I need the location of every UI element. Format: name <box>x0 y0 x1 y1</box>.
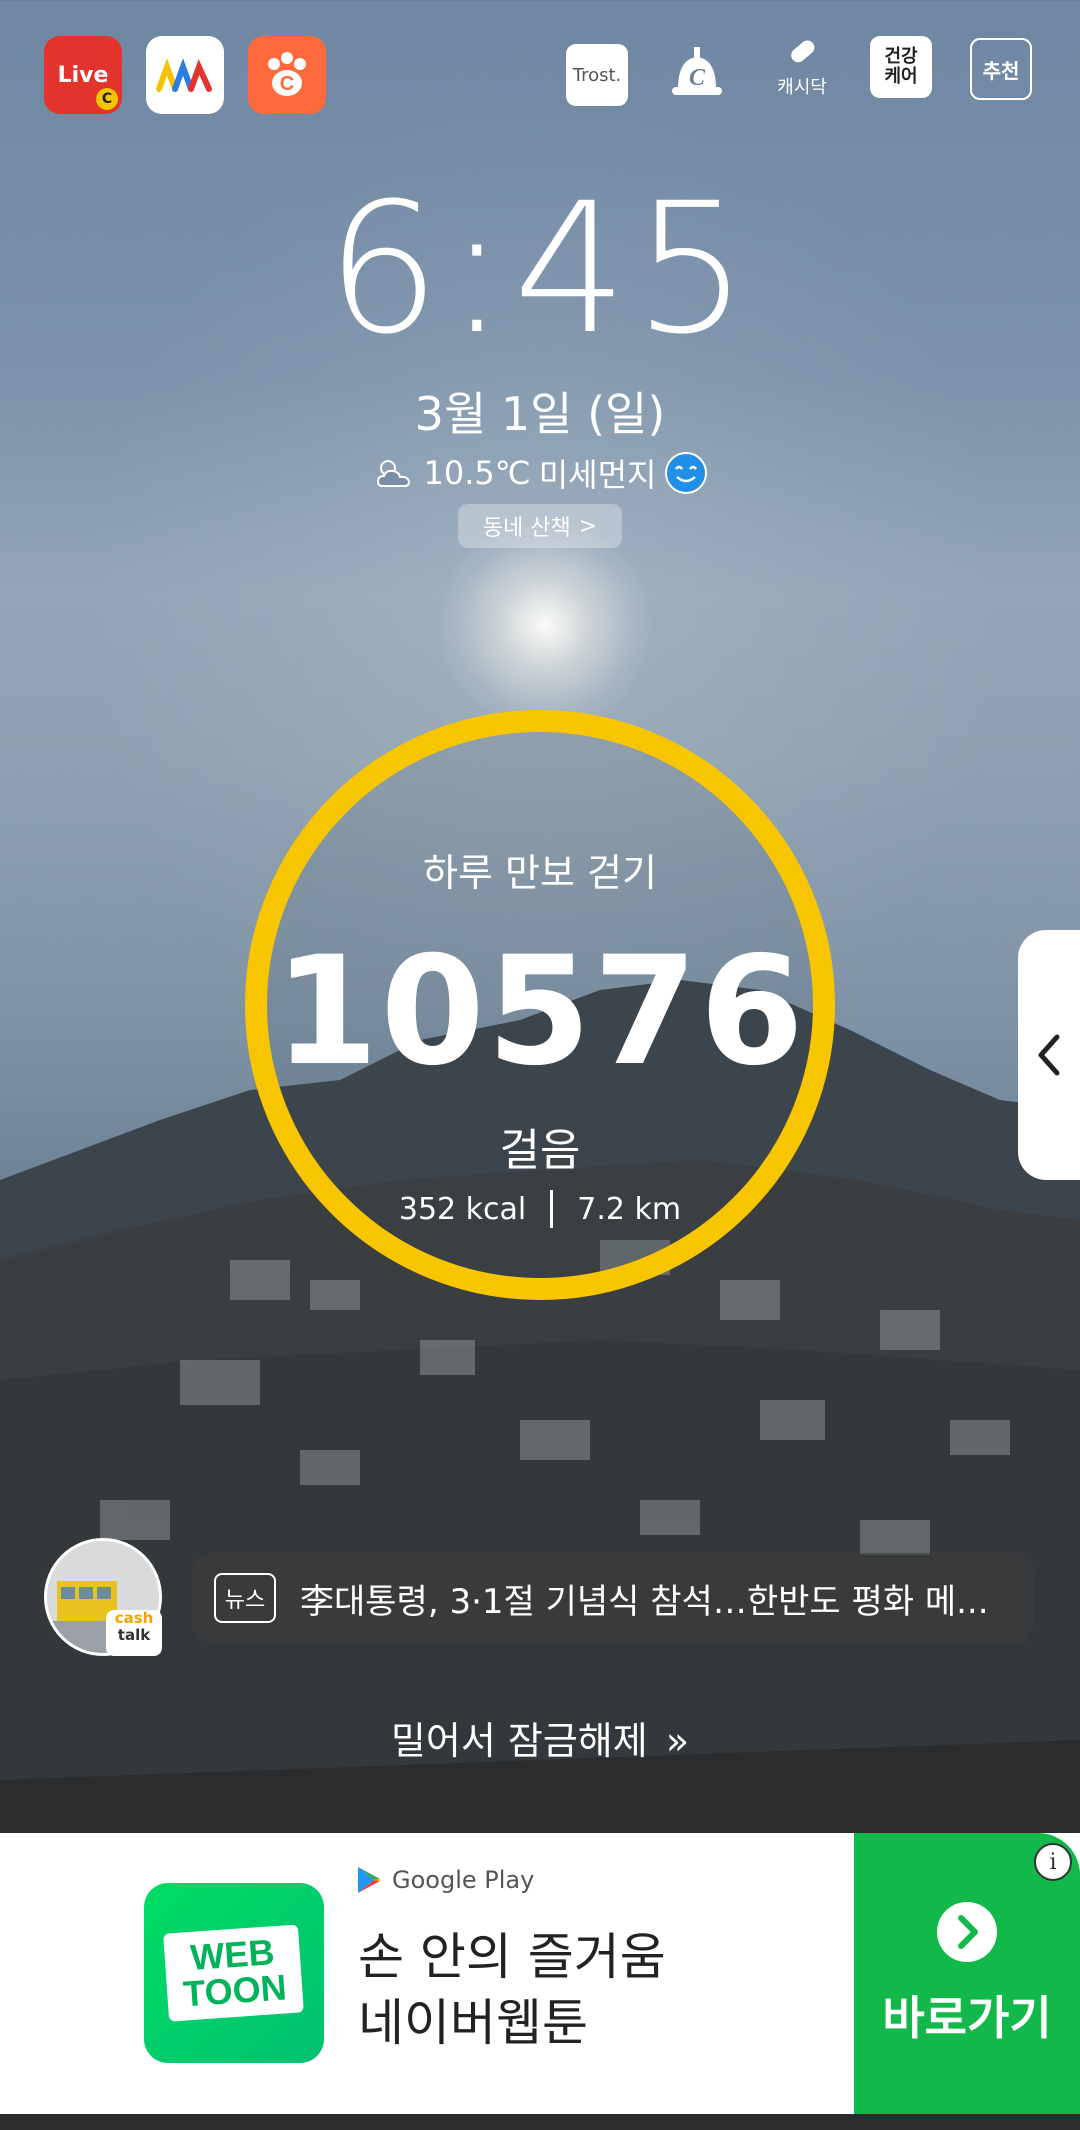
stats-divider <box>550 1190 554 1228</box>
step-unit: 걸음 <box>499 1125 581 1176</box>
cashtalk-line1: cash <box>114 1609 154 1627</box>
date-text: 3월 1일 (일) <box>414 387 666 441</box>
play-store-icon <box>358 1867 380 1893</box>
calories-text: 352 kcal <box>398 1191 527 1227</box>
recommend-label: 추천 <box>982 58 1020 83</box>
step-count: 10576 <box>274 925 806 1099</box>
fine-dust-label: 미세먼지 <box>538 456 657 494</box>
news-headline: 李대통령, 3·1절 기념식 참석…한반도 평화 메... <box>300 1581 989 1622</box>
rainbow-icon <box>156 58 212 92</box>
cashtalk-badge: cash talk <box>106 1610 162 1656</box>
distance-text: 7.2 km <box>577 1191 682 1227</box>
ad-banner[interactable]: WEB TOON Google Play 손 안의 즐거움 네이버웹툰 바로가기… <box>0 1833 1080 2114</box>
walk-button-label: 동네 산책 <box>482 516 571 541</box>
svg-text:C: C <box>280 73 294 95</box>
cashtalk-line2: talk <box>117 1626 151 1644</box>
google-play-label: Google Play <box>392 1866 535 1894</box>
live-app-badge: C <box>96 88 118 110</box>
bell-c-icon[interactable]: C <box>664 40 730 104</box>
news-ticker[interactable]: 뉴스 李대통령, 3·1절 기념식 참석…한반도 평화 메... <box>192 1553 1034 1643</box>
cash-doc-icon[interactable]: 캐시닥 <box>762 36 842 100</box>
chevron-right-icon: > <box>578 513 598 539</box>
partly-cloudy-icon <box>376 460 410 487</box>
unlock-label: 밀어서 잠금해제 <box>390 1719 648 1763</box>
webtoon-logo: WEB TOON <box>144 1883 324 2063</box>
google-play-badge: Google Play <box>356 1865 534 1895</box>
health-care-button[interactable]: 건강 케어 <box>870 36 932 98</box>
swipe-to-unlock[interactable]: 밀어서 잠금해제 » <box>0 1710 1080 1765</box>
paw-app-icon[interactable]: C <box>248 36 326 114</box>
step-goal-title: 하루 만보 걷기 <box>423 851 657 895</box>
news-tag: 뉴스 <box>214 1573 276 1623</box>
svg-text:C: C <box>689 65 706 91</box>
recommend-button[interactable]: 추천 <box>970 38 1032 100</box>
smile-face-icon <box>665 452 708 494</box>
webtoon-logo-line2: TOON <box>182 1966 289 2015</box>
top-app-bar: Live C C Trost. C 캐시닥 건강 케어 추천 <box>0 36 1080 116</box>
ad-cta-label: 바로가기 <box>882 1990 1052 2045</box>
live-app-label: Live <box>57 62 109 88</box>
temperature-text: 10.5℃ <box>423 454 531 492</box>
trost-icon[interactable]: Trost. <box>566 44 628 106</box>
cash-doc-label: 캐시닥 <box>777 77 827 98</box>
paw-icon: C <box>268 52 306 96</box>
side-panel-handle[interactable] <box>1018 930 1080 1180</box>
live-app-icon[interactable]: Live C <box>44 36 122 114</box>
clock-time: 6:45 <box>325 165 755 374</box>
step-stats: 352 kcal 7.2 km <box>0 1190 1080 1228</box>
sun <box>440 520 650 730</box>
health-care-label-1: 건강 <box>884 46 918 67</box>
ad-info-icon[interactable]: i <box>1034 1843 1072 1881</box>
ad-headline: 손 안의 즐거움 <box>358 1928 666 1986</box>
trost-label: Trost. <box>572 64 622 86</box>
double-chevron-right-icon: » <box>665 1719 690 1763</box>
neighborhood-walk-button[interactable]: 동네 산책 > <box>458 504 622 548</box>
circle-arrow-right-icon <box>937 1901 997 1962</box>
weather-row: 10.5℃ 미세먼지 <box>0 450 1080 496</box>
health-care-label-2: 케어 <box>884 66 918 87</box>
chevron-left-icon <box>1038 1034 1060 1076</box>
rainbow-app-icon[interactable] <box>146 36 224 114</box>
pill-icon <box>791 40 815 63</box>
ad-app-name: 네이버웹툰 <box>358 1994 588 2052</box>
